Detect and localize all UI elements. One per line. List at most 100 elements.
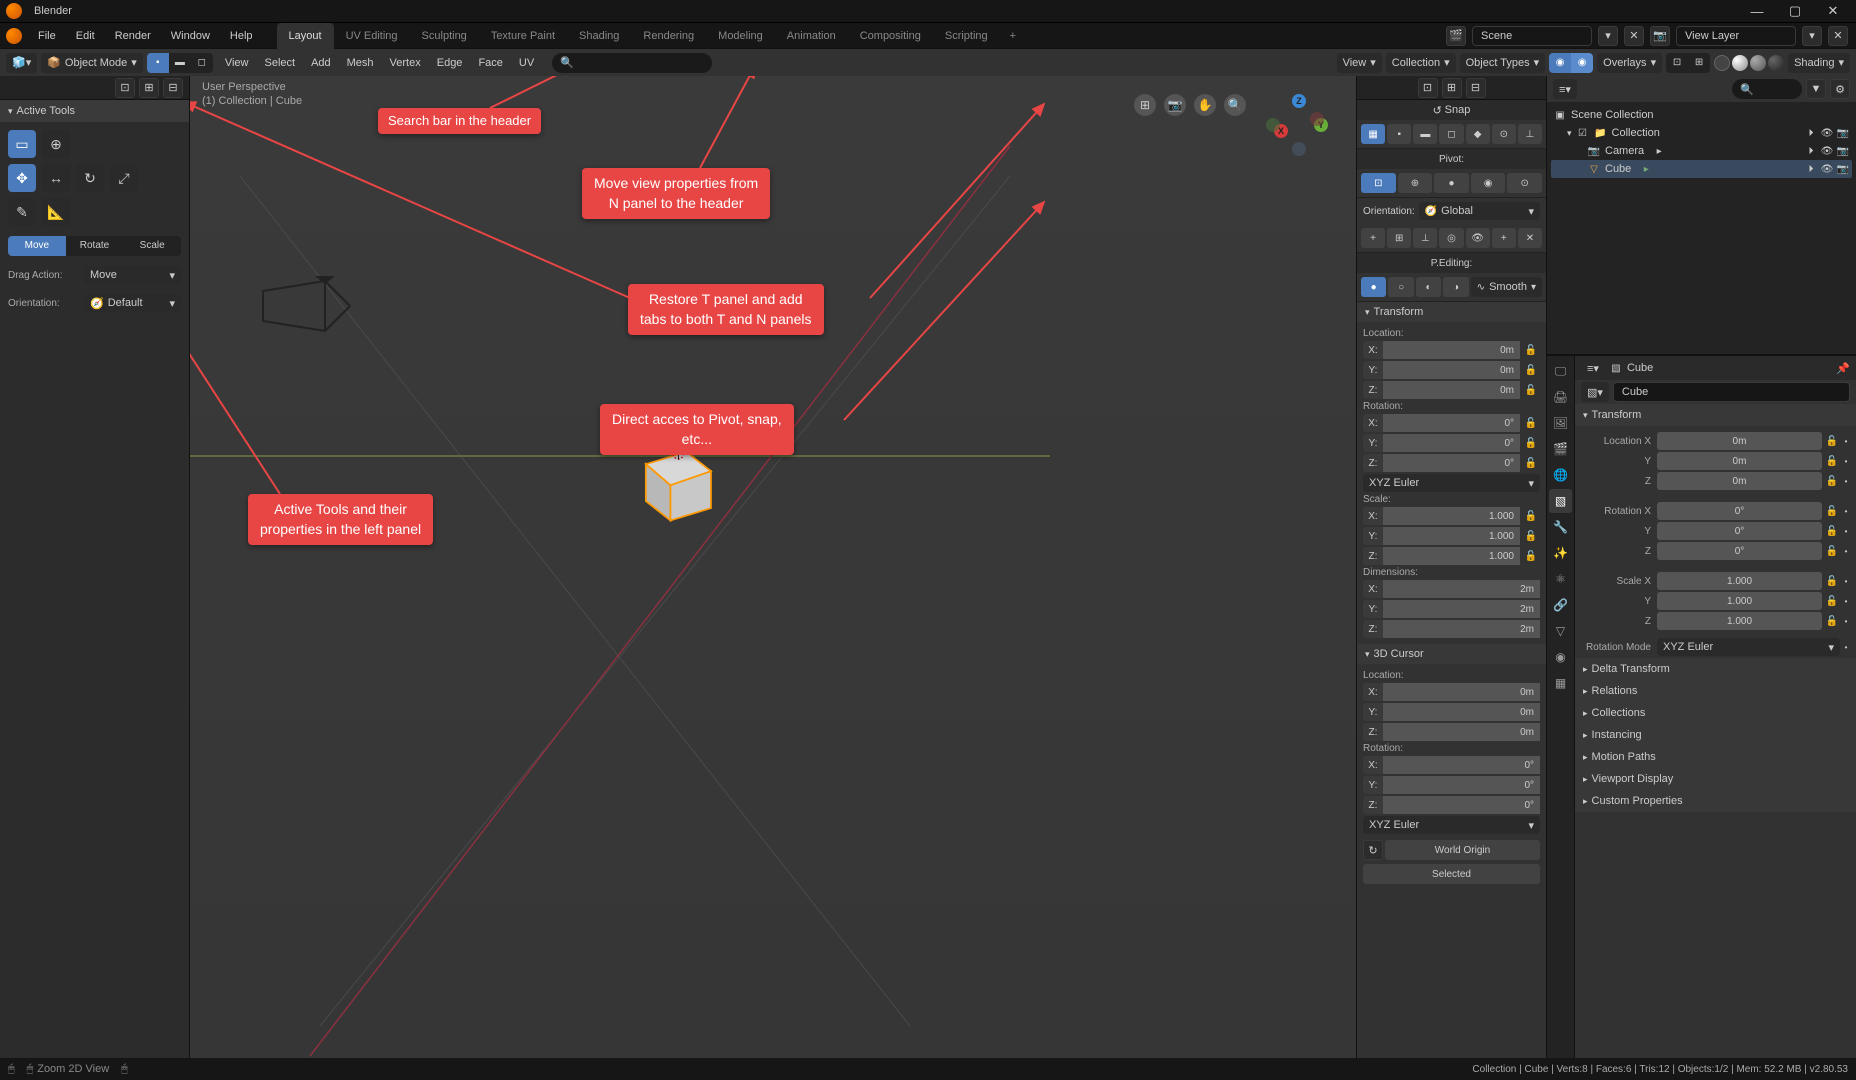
scene-icon[interactable]: 🎬 [1446,26,1466,46]
pivot-bbox[interactable]: ⊡ [1361,173,1396,193]
delete-viewlayer-button[interactable]: ✕ [1828,26,1848,46]
lock-icon[interactable]: 🔓 [1522,381,1540,399]
render-toggle[interactable]: 📷 [1836,144,1850,158]
lock-icon[interactable]: 🔓 [1824,592,1840,610]
num-value[interactable]: 0m [1383,381,1520,399]
shading-solid[interactable] [1732,55,1748,71]
close-button[interactable]: ✕ [1816,0,1850,22]
camera-data-icon[interactable]: ▸ [1652,144,1666,158]
orient-gimbal[interactable]: ◎ [1439,228,1463,248]
menu-window[interactable]: Window [161,23,220,49]
outliner-mode-dropdown[interactable]: ≡▾ [1553,79,1577,99]
axis-neg-z[interactable] [1292,142,1306,156]
toggle-xray[interactable]: ⊡ [1666,53,1688,73]
num-value[interactable]: 1.000 [1383,507,1520,525]
tool-measure[interactable]: 📐 [42,198,70,226]
minimize-button[interactable]: — [1740,0,1774,22]
shading-dropdown[interactable]: Shading▾ [1788,53,1850,73]
n-btn-a[interactable]: ⊡ [1418,78,1438,98]
pin-icon[interactable]: 📌 [1836,362,1850,375]
seg-move[interactable]: Move [8,236,66,256]
tab-render[interactable]: 🖵 [1549,359,1572,383]
tab-viewlayer[interactable]: 🖼 [1549,411,1572,435]
orient-view[interactable]: 👁 [1466,228,1490,248]
selected-button[interactable]: Selected [1363,864,1540,884]
editor-type-dropdown[interactable]: 🧊▾ [6,53,37,73]
props-section-custom-properties[interactable]: ▸Custom Properties [1575,790,1856,812]
n-btn-b[interactable]: ⊞ [1442,78,1462,98]
workspace-tab-texture-paint[interactable]: Texture Paint [479,23,567,49]
num-field-x[interactable]: X:2m [1363,580,1540,598]
tool-select[interactable]: ▭ [8,130,36,158]
3d-viewport[interactable]: User Perspective (1) Collection | Cube Z… [190,76,1356,1058]
object-types-dropdown[interactable]: Object Types▾ [1460,53,1546,73]
snap-edge[interactable]: ▬ [1413,124,1437,144]
select-mode-face[interactable]: ◻ [191,53,213,73]
pe-b[interactable]: ○ [1388,277,1413,297]
eye-toggle[interactable]: 👁 [1820,144,1834,158]
n-btn-c[interactable]: ⊟ [1466,78,1486,98]
header-menu-mesh[interactable]: Mesh [339,53,382,73]
seg-rotate[interactable]: Rotate [66,236,124,256]
menu-edit[interactable]: Edit [66,23,105,49]
num-value[interactable]: 2m [1383,580,1540,598]
outliner-search[interactable]: 🔍 [1732,79,1802,99]
anim-dot[interactable]: • [1842,522,1850,540]
nav-gizmo[interactable]: Z Y X [1266,94,1330,158]
snap-mid[interactable]: ⊙ [1492,124,1516,144]
field-value[interactable]: 1.000 [1657,592,1822,610]
anim-dot[interactable]: • [1842,472,1850,490]
axis-z[interactable]: Z [1292,94,1306,108]
props-data-dropdown[interactable]: ▧▾ [1581,382,1609,402]
num-field-y[interactable]: Y:0°🔓 [1363,434,1540,452]
panel-btn-b[interactable]: ⊞ [139,78,159,98]
checkbox-icon[interactable]: ☑ [1576,126,1590,140]
num-field-x[interactable]: X:1.000🔓 [1363,507,1540,525]
field-value[interactable]: 0m [1657,472,1822,490]
num-field-x[interactable]: X:0m🔓 [1363,341,1540,359]
props-transform-header[interactable]: ▾Transform [1575,404,1856,426]
pivot-individual[interactable]: ● [1434,173,1469,193]
lock-icon[interactable]: 🔓 [1522,341,1540,359]
pe-d[interactable]: ◑ [1443,277,1468,297]
drag-action-dropdown[interactable]: Move▾ [84,266,181,284]
anim-dot[interactable]: • [1842,542,1850,560]
tool-scale[interactable]: ⤢ [110,164,138,192]
mesh-data-icon[interactable]: ▸ [1639,162,1653,176]
orient-remove[interactable]: ✕ [1518,228,1542,248]
select-mode-vertex[interactable]: ▪ [147,53,169,73]
props-mode-dropdown[interactable]: ≡▾ [1581,358,1605,378]
render-toggle[interactable]: 📷 [1836,126,1850,140]
num-field-z[interactable]: Z:2m [1363,620,1540,638]
blender-logo-icon[interactable] [6,28,22,44]
lock-icon[interactable]: 🔓 [1522,361,1540,379]
num-field-x[interactable]: X:0°🔓 [1363,414,1540,432]
menu-file[interactable]: File [28,23,66,49]
anim-dot[interactable]: • [1842,612,1850,630]
field-value[interactable]: 0° [1657,502,1822,520]
pan-icon[interactable]: ✋ [1194,94,1216,116]
num-value[interactable]: 2m [1383,620,1540,638]
new-viewlayer-button[interactable]: ▾ [1802,26,1822,46]
lock-icon[interactable]: 🔓 [1824,502,1840,520]
orientation-dropdown[interactable]: 🧭Default▾ [84,294,181,312]
orient-local[interactable]: ⊞ [1387,228,1411,248]
show-gizmo-toggle[interactable]: ◉ [1549,53,1571,73]
viewlayer-icon[interactable]: 📷 [1650,26,1670,46]
maximize-button[interactable]: ▢ [1778,0,1812,22]
perspective-icon[interactable]: 🔍 [1224,94,1246,116]
num-value[interactable]: 0° [1383,796,1540,814]
header-menu-face[interactable]: Face [470,53,510,73]
tab-output[interactable]: 🖨 [1549,385,1572,409]
props-section-collections[interactable]: ▸Collections [1575,702,1856,724]
num-value[interactable]: 0° [1383,756,1540,774]
num-field-y[interactable]: Y:1.000🔓 [1363,527,1540,545]
workspace-tab-animation[interactable]: Animation [775,23,848,49]
num-field-z[interactable]: Z:0°🔓 [1363,454,1540,472]
cursor-reset-icon[interactable]: ↻ [1363,840,1383,860]
props-section-motion-paths[interactable]: ▸Motion Paths [1575,746,1856,768]
anim-dot[interactable]: • [1842,432,1850,450]
header-menu-uv[interactable]: UV [511,53,542,73]
field-value[interactable]: 0° [1657,542,1822,560]
orient-global[interactable]: + [1361,228,1385,248]
